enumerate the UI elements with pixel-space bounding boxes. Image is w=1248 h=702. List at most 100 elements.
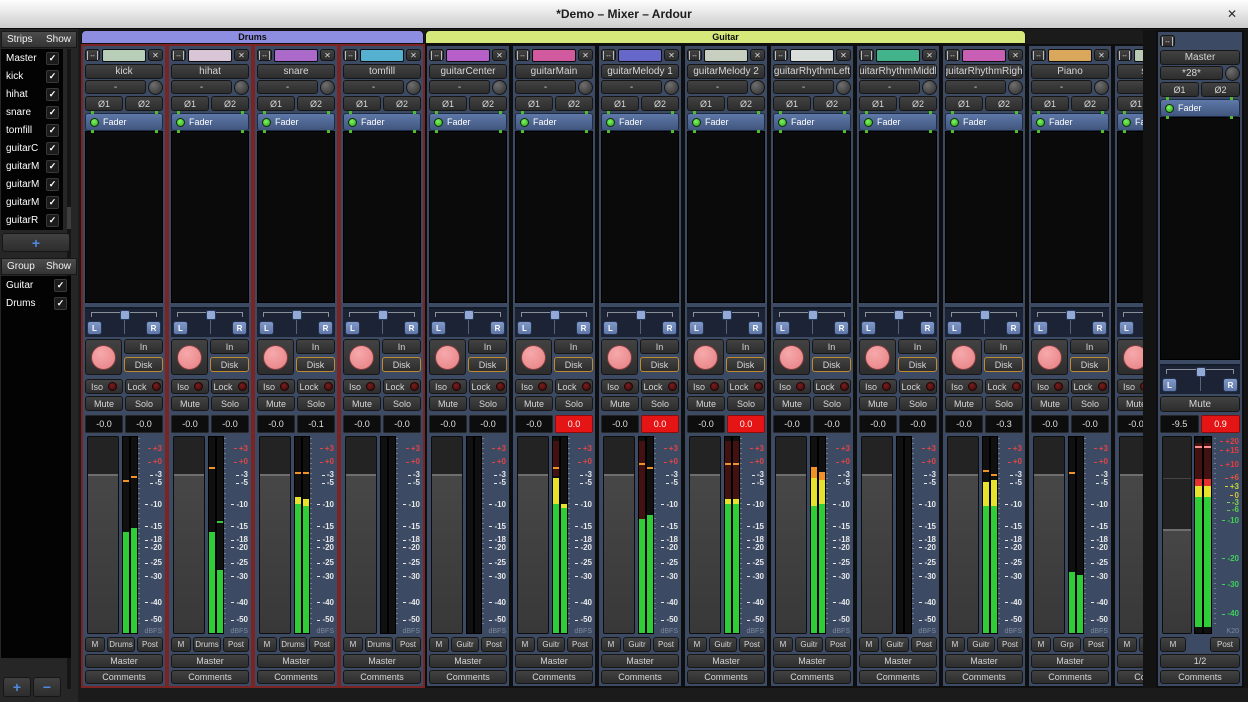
processor-box[interactable] xyxy=(343,131,421,303)
pan-handle[interactable] xyxy=(980,310,990,320)
peak-display[interactable]: 0.0 xyxy=(555,415,593,433)
trim-knob[interactable] xyxy=(836,80,851,95)
visibility-checkbox[interactable]: ✓ xyxy=(46,124,59,137)
solo-isolate-button[interactable]: Iso xyxy=(859,379,897,394)
pan-right-button[interactable]: R xyxy=(1006,321,1021,335)
fader-processor-button[interactable]: Fader xyxy=(1160,99,1240,117)
phase1-button[interactable]: Ø1 xyxy=(945,96,983,111)
strip-name-button[interactable]: Master xyxy=(1160,50,1240,65)
pan-widget[interactable]: LR xyxy=(601,307,679,337)
strip-close-icon[interactable]: ✕ xyxy=(234,49,249,61)
strip-width-icon[interactable]: ↔ xyxy=(1160,35,1175,47)
fader-processor-button[interactable]: Fader xyxy=(171,113,249,131)
remove-group-button[interactable]: − xyxy=(33,677,61,697)
strip-name-button[interactable]: guitarMelody 1 xyxy=(601,64,679,79)
comments-button[interactable]: Comments xyxy=(945,670,1023,684)
strip-close-icon[interactable]: ✕ xyxy=(750,49,765,61)
trim-knob[interactable] xyxy=(578,80,593,95)
record-arm-button[interactable] xyxy=(429,339,466,375)
processor-box[interactable] xyxy=(429,131,507,303)
solo-lock-button[interactable]: Lock xyxy=(555,379,593,394)
mixer-scroll-gutter[interactable] xyxy=(1143,30,1156,688)
pan-widget[interactable]: LR xyxy=(687,307,765,337)
monitor-disk-button[interactable]: Disk xyxy=(382,357,421,372)
strip-close-icon[interactable]: ✕ xyxy=(320,49,335,61)
group-button[interactable]: Guitr xyxy=(451,637,479,652)
processor-box[interactable] xyxy=(85,131,163,303)
pan-widget[interactable]: LR xyxy=(343,307,421,337)
visibility-checkbox[interactable]: ✓ xyxy=(46,196,59,209)
phase1-button[interactable]: Ø1 xyxy=(687,96,725,111)
mute-button[interactable]: Mute xyxy=(343,396,381,411)
trim-knob[interactable] xyxy=(406,80,421,95)
solo-isolate-button[interactable]: Iso xyxy=(687,379,725,394)
monitor-input-button[interactable]: In xyxy=(898,339,937,354)
strip-close-icon[interactable]: ✕ xyxy=(492,49,507,61)
comments-button[interactable]: Comments xyxy=(429,670,507,684)
pan-right-button[interactable]: R xyxy=(1223,378,1238,392)
output-button[interactable]: Master xyxy=(429,654,507,668)
solo-isolate-button[interactable]: Iso xyxy=(1031,379,1069,394)
peak-display[interactable]: -0.1 xyxy=(297,415,335,433)
monitor-section-button[interactable]: M xyxy=(945,637,965,652)
window-close-icon[interactable]: ✕ xyxy=(1227,7,1237,21)
visibility-checkbox[interactable]: ✓ xyxy=(46,88,59,101)
group-button[interactable]: Drums xyxy=(365,637,393,652)
trim-knob[interactable] xyxy=(148,80,163,95)
gain-fader[interactable] xyxy=(345,436,377,634)
monitor-input-button[interactable]: In xyxy=(382,339,421,354)
strip-width-icon[interactable]: ↔ xyxy=(773,49,788,61)
phase1-button[interactable]: Ø1 xyxy=(85,96,123,111)
pan-handle[interactable] xyxy=(808,310,818,320)
strip-color-chip[interactable] xyxy=(446,49,490,62)
trim-button[interactable]: - xyxy=(687,80,748,94)
strip-list-item[interactable]: guitarC✓ xyxy=(1,139,63,157)
group-list-item[interactable]: Drums✓ xyxy=(1,294,71,312)
comments-button[interactable]: Comments xyxy=(601,670,679,684)
monitor-section-button[interactable]: M xyxy=(1031,637,1051,652)
phase1-button[interactable]: Ø1 xyxy=(1160,82,1199,97)
strip-width-icon[interactable]: ↔ xyxy=(601,49,616,61)
monitor-input-button[interactable]: In xyxy=(812,339,851,354)
strip-color-chip[interactable] xyxy=(188,49,232,62)
visibility-checkbox[interactable]: ✓ xyxy=(46,142,59,155)
trim-button[interactable]: - xyxy=(171,80,232,94)
pan-handle[interactable] xyxy=(464,310,474,320)
fader-processor-button[interactable]: Fader xyxy=(257,113,335,131)
strip-close-icon[interactable]: ✕ xyxy=(922,49,937,61)
comments-button[interactable]: Comments xyxy=(257,670,335,684)
strip-width-icon[interactable]: ↔ xyxy=(257,49,272,61)
monitor-input-button[interactable]: In xyxy=(726,339,765,354)
meter-point-button[interactable]: Post xyxy=(395,637,421,652)
pan-left-button[interactable]: L xyxy=(345,321,360,335)
monitor-disk-button[interactable]: Disk xyxy=(812,357,851,372)
trim-knob[interactable] xyxy=(1008,80,1023,95)
processor-box[interactable] xyxy=(945,131,1023,303)
solo-button[interactable]: Solo xyxy=(211,396,249,411)
strip-color-chip[interactable] xyxy=(360,49,404,62)
group-button[interactable]: Drums xyxy=(107,637,135,652)
visibility-checkbox[interactable]: ✓ xyxy=(54,297,67,310)
fader-processor-button[interactable]: Fader xyxy=(859,113,937,131)
output-button[interactable]: Master xyxy=(687,654,765,668)
strip-list-item[interactable]: kick✓ xyxy=(1,67,63,85)
fader-processor-button[interactable]: Fader xyxy=(343,113,421,131)
pan-handle[interactable] xyxy=(550,310,560,320)
phase1-button[interactable]: Ø1 xyxy=(1031,96,1069,111)
gain-display[interactable]: -0.0 xyxy=(515,415,553,433)
solo-isolate-button[interactable]: Iso xyxy=(515,379,553,394)
phase2-button[interactable]: Ø2 xyxy=(727,96,765,111)
trim-knob[interactable] xyxy=(492,80,507,95)
gain-display[interactable]: -0.0 xyxy=(343,415,381,433)
pan-widget[interactable]: LR xyxy=(429,307,507,337)
record-arm-button[interactable] xyxy=(945,339,982,375)
phase2-button[interactable]: Ø2 xyxy=(985,96,1023,111)
solo-button[interactable]: Solo xyxy=(727,396,765,411)
phase1-button[interactable]: Ø1 xyxy=(1117,96,1143,111)
group-tab-drums[interactable]: Drums xyxy=(81,30,424,44)
monitor-section-button[interactable]: M xyxy=(257,637,277,652)
comments-button[interactable]: Comments xyxy=(85,670,163,684)
processor-box[interactable] xyxy=(515,131,593,303)
peak-display[interactable]: 0.9 xyxy=(1201,415,1240,433)
solo-lock-button[interactable]: Lock xyxy=(211,379,249,394)
